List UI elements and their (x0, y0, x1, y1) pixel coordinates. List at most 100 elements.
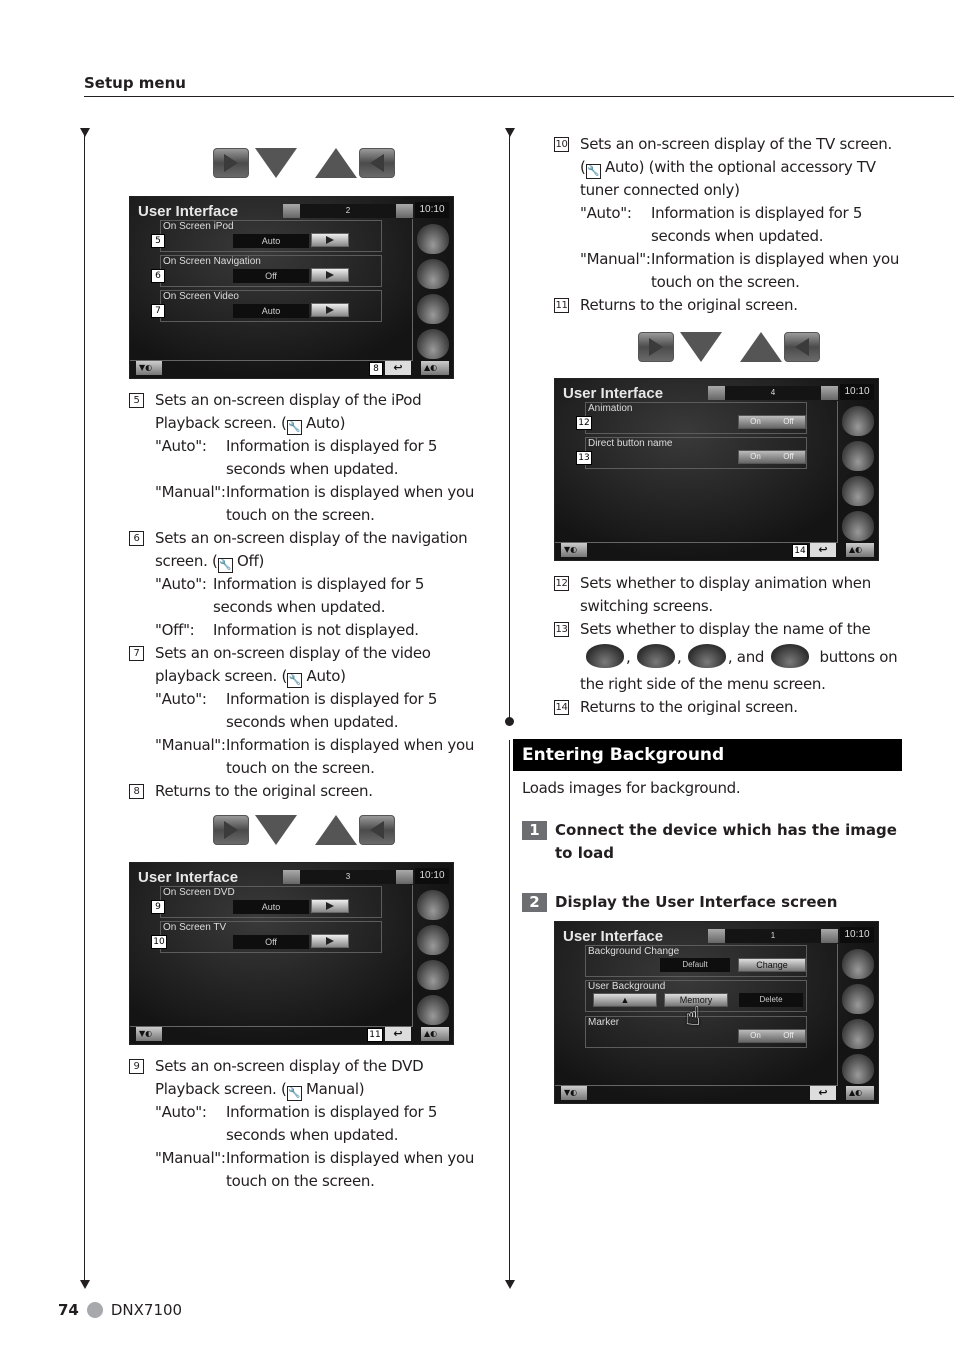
option-desc: Information is displayed for 5 (651, 204, 863, 222)
audio-control-icon[interactable] (842, 983, 874, 1014)
divider (130, 1026, 413, 1027)
item-text: Sets an on-screen display of the DVD (155, 1057, 424, 1075)
item-text: Playback screen. ( (155, 1080, 287, 1098)
audio-control-icon[interactable] (842, 440, 874, 471)
navigation-icon[interactable] (842, 1053, 874, 1084)
item-text: Returns to the original screen. (580, 698, 798, 716)
callout-number: 10 (554, 137, 569, 152)
clock: 10:10 (840, 927, 874, 943)
scroll-down-button[interactable]: ▼◐ (561, 543, 587, 557)
speaker-icon[interactable] (417, 293, 449, 324)
next-value-button[interactable] (311, 233, 349, 247)
setting-label: Marker (588, 1017, 620, 1028)
next-value-button[interactable] (311, 268, 349, 282)
navigation-icon[interactable] (417, 328, 449, 359)
setup-menu-icon (586, 644, 624, 668)
option: "Off": Information is not displayed. (155, 619, 489, 642)
next-value-button[interactable] (311, 303, 349, 317)
off-option[interactable]: Off (772, 1030, 805, 1042)
scroll-up-button[interactable]: ▲◐ (421, 1027, 449, 1041)
option: "Manual": Information is displayed when y… (580, 248, 914, 294)
navigation-icon[interactable] (842, 510, 874, 541)
setting-label: Background Change (588, 946, 680, 957)
scroll-up-button[interactable]: ▲◐ (846, 1086, 874, 1100)
option-key: "Auto": (155, 575, 207, 593)
flow-line-right (509, 130, 510, 720)
setting-label: On Screen DVD (163, 887, 235, 898)
on-option[interactable]: On (739, 451, 772, 463)
off-option[interactable]: Off (772, 416, 805, 428)
setting-row: Background Change Default Change (585, 945, 807, 977)
audio-control-icon[interactable] (417, 924, 449, 955)
scroll-down-button[interactable]: ▼◐ (136, 361, 162, 375)
next-value-button[interactable] (311, 899, 349, 913)
page-prev-button[interactable] (283, 204, 300, 218)
option-desc: touch on the screen. (226, 759, 375, 777)
prev-page-button[interactable] (359, 815, 395, 845)
option-desc: seconds when updated. (226, 460, 399, 478)
page-next-button[interactable] (396, 870, 413, 884)
step-text: Display the User Interface screen (555, 893, 838, 911)
navigation-icon[interactable] (417, 994, 449, 1025)
option-desc: seconds when updated. (226, 1126, 399, 1144)
prev-page-button[interactable] (784, 332, 820, 362)
option-desc: Information is displayed for 5 (226, 1103, 438, 1121)
item-text: Sets an on-screen display of the navigat… (155, 529, 468, 547)
setup-menu-icon[interactable] (842, 948, 874, 979)
on-option[interactable]: On (739, 1030, 772, 1042)
scroll-down-button[interactable]: ▼◐ (136, 1027, 162, 1041)
delete-button[interactable]: Delete (739, 993, 803, 1007)
page-prev-button[interactable] (283, 870, 300, 884)
scroll-down-button[interactable]: ▼◐ (561, 1086, 587, 1100)
page-next-button[interactable] (396, 204, 413, 218)
callout-number: 7 (151, 304, 165, 318)
prev-page-button[interactable] (359, 148, 395, 178)
audio-control-icon[interactable] (417, 258, 449, 289)
option-desc: Information is displayed when you (226, 736, 475, 754)
user-interface-screen-page-1: User Interface 1 10:10 Background Change… (554, 921, 879, 1104)
on-option[interactable]: On (739, 416, 772, 428)
return-button[interactable]: ↩ (385, 361, 411, 375)
callout-number: 5 (151, 234, 165, 248)
speaker-icon (687, 644, 726, 668)
speaker-icon[interactable] (842, 475, 874, 506)
speaker-icon[interactable] (417, 959, 449, 990)
item-11: 11 Returns to the original screen. (554, 294, 914, 317)
return-button[interactable]: ↩ (810, 543, 836, 557)
up-arrow-icon (315, 148, 357, 178)
wrench-icon: 🔧 (585, 164, 601, 179)
section-header: Setup menu (84, 74, 186, 92)
scroll-up-button[interactable]: ▲◐ (846, 543, 874, 557)
page-prev-button[interactable] (708, 386, 725, 400)
on-off-toggle[interactable]: On Off (738, 1029, 806, 1043)
option-key: "Auto": (155, 1103, 207, 1121)
option-desc: seconds when updated. (226, 713, 399, 731)
page-next-button[interactable] (821, 386, 838, 400)
next-page-button[interactable] (213, 148, 249, 178)
speaker-icon[interactable] (842, 1018, 874, 1049)
option: "Manual": Information is displayed when y… (155, 734, 489, 780)
on-off-toggle[interactable]: On Off (738, 450, 806, 464)
next-page-button[interactable] (638, 332, 674, 362)
off-option[interactable]: Off (772, 451, 805, 463)
play-left-icon (795, 338, 809, 356)
on-off-toggle[interactable]: On Off (738, 415, 806, 429)
return-button[interactable]: ↩ (810, 1086, 836, 1100)
callout-number: 11 (367, 1028, 383, 1042)
setup-menu-icon[interactable] (842, 405, 874, 436)
return-button[interactable]: ↩ (385, 1027, 411, 1041)
page-next-button[interactable] (821, 929, 838, 943)
default-value: Off) (237, 552, 265, 570)
setup-menu-icon[interactable] (417, 889, 449, 920)
change-button[interactable]: Change (738, 958, 806, 972)
page-prev-button[interactable] (708, 929, 725, 943)
eject-button[interactable]: ▲ (593, 993, 657, 1007)
scroll-up-button[interactable]: ▲◐ (421, 361, 449, 375)
setup-menu-icon[interactable] (417, 223, 449, 254)
up-arrow-icon (315, 815, 357, 845)
setting-label: On Screen iPod (163, 221, 234, 232)
setting-value: Off (233, 269, 309, 283)
next-page-button[interactable] (213, 815, 249, 845)
next-value-button[interactable] (311, 934, 349, 948)
step-2: 2 Display the User Interface screen (522, 891, 907, 914)
